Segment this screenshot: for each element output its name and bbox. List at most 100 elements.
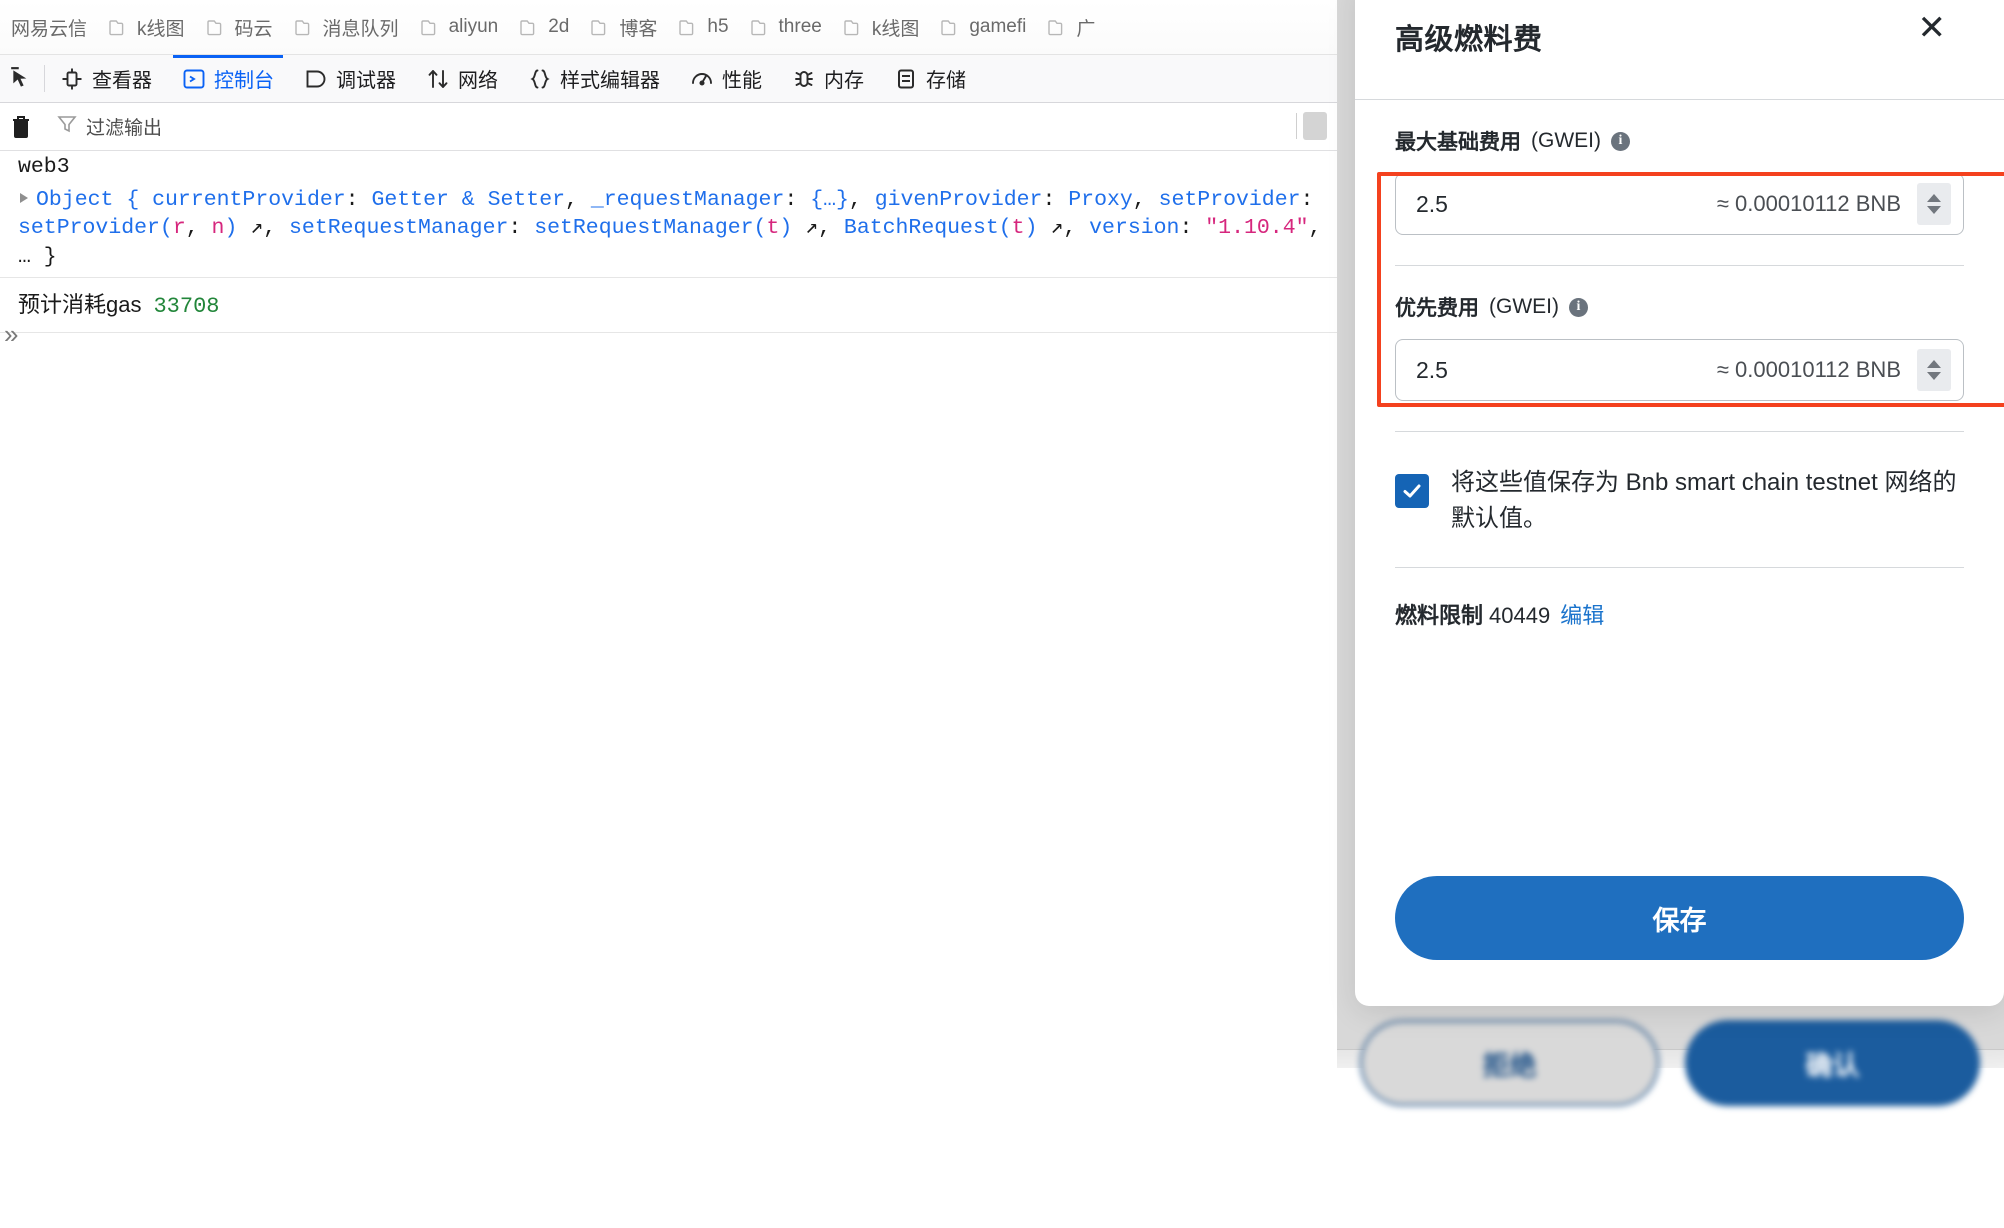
tab-storage[interactable]: 存储 — [879, 55, 981, 102]
console-token: , — [1063, 216, 1090, 240]
console-token: setProvider( — [18, 216, 173, 240]
info-icon[interactable]: i — [1610, 131, 1630, 151]
console-token: Object { — [36, 187, 140, 212]
folder-icon — [591, 19, 612, 36]
bookmark-label: k线图 — [871, 18, 920, 40]
bookmark-item[interactable]: 广 — [1037, 10, 1106, 45]
console-token: , — [1308, 216, 1322, 240]
filter-placeholder: 过滤输出 — [86, 118, 163, 139]
console-token: , — [565, 187, 591, 212]
bookmark-item[interactable]: three — [740, 12, 833, 42]
stepper-down-icon[interactable] — [1927, 372, 1941, 380]
folder-icon — [420, 19, 442, 36]
console-log-row: 预计消耗gas 33708 — [0, 278, 1337, 328]
console-token: , — [185, 216, 212, 240]
memory-icon — [792, 67, 816, 91]
devtools-toolbar: 查看器 控制台 调试器 网络 样式编辑器 性能 内存 存储 — [0, 55, 1337, 103]
save-default-checkbox[interactable] — [1395, 474, 1429, 508]
disclosure-triangle-icon[interactable] — [20, 192, 28, 203]
bookmark-label: 网易云信 — [11, 18, 88, 40]
tab-console[interactable]: 控制台 — [167, 55, 289, 102]
stepper-up-icon[interactable] — [1927, 360, 1941, 368]
console-token: : — [1300, 187, 1314, 212]
stepper-down-icon[interactable] — [1927, 206, 1941, 214]
priority-fee-label-row: 优先费用 (GWEI) i — [1395, 292, 1964, 322]
tab-label: 内存 — [824, 70, 864, 92]
filter-input[interactable]: 过滤输出 — [43, 113, 1337, 140]
save-button[interactable]: 保存 — [1395, 876, 1964, 960]
tab-inspector[interactable]: 查看器 — [45, 55, 167, 102]
tab-memory[interactable]: 内存 — [777, 55, 879, 102]
max-base-fee-label: 最大基础费用 — [1395, 131, 1521, 154]
save-default-row[interactable]: 将这些值保存为 Bnb smart chain testnet 网络的默认值。 — [1395, 432, 1964, 537]
gas-limit-label: 燃料限制 — [1395, 603, 1484, 628]
console-token: n — [211, 216, 225, 240]
bookmark-item[interactable]: k线图 — [833, 10, 931, 45]
console-token: Getter & Setter — [371, 187, 566, 212]
trash-icon[interactable] — [0, 115, 42, 139]
bookmark-label: three — [778, 16, 822, 37]
stepper-up-icon[interactable] — [1927, 194, 1941, 202]
network-icon — [426, 67, 450, 91]
priority-fee-input[interactable]: 2.5 ≈ 0.00010112 BNB — [1395, 339, 1964, 401]
max-base-fee-approx: ≈ 0.00010112 BNB — [1716, 191, 1901, 216]
bookmark-label: aliyun — [448, 16, 499, 37]
reject-button[interactable]: 拒绝 — [1360, 1020, 1659, 1106]
tab-label: 查看器 — [92, 70, 152, 92]
settings-chip[interactable] — [1303, 112, 1327, 140]
console-token: givenProvider — [874, 187, 1043, 212]
bookmark-item[interactable]: 消息队列 — [284, 10, 410, 45]
tab-label: 存储 — [926, 70, 966, 92]
bookmark-label: 广 — [1076, 18, 1096, 40]
bookmark-item[interactable]: 码云 — [196, 10, 284, 45]
close-icon[interactable]: ✕ — [1918, 11, 1947, 45]
modal-footer: 保存 — [1355, 876, 2004, 1006]
tab-performance[interactable]: 性能 — [675, 55, 777, 102]
bookmark-item[interactable]: 网易云信 — [0, 10, 98, 45]
save-default-label: 将这些值保存为 Bnb smart chain testnet 网络的默认值。 — [1451, 469, 1957, 532]
priority-fee-label: 优先费用 — [1395, 297, 1479, 320]
performance-icon — [690, 67, 714, 91]
bookmark-item[interactable]: gamefi — [930, 12, 1037, 42]
folder-icon — [844, 19, 865, 36]
max-base-fee-label-row: 最大基础费用 (GWEI) i — [1395, 126, 1964, 156]
chevron-double-right-icon[interactable]: » — [4, 319, 19, 350]
max-base-fee-unit: (GWEI) — [1531, 129, 1601, 152]
max-base-fee-input[interactable]: 2.5 ≈ 0.00010112 BNB — [1395, 173, 1964, 235]
console-token: BatchRequest( — [843, 216, 1012, 240]
confirm-actions-blurred: 拒绝 确认 — [1360, 1020, 1980, 1106]
screen-root: 拒绝 确认 网易云信 k线图 码云 消息队列 aliyun 2d 博客 h5 three k线图 g… — [0, 0, 2004, 1228]
priority-fee-value: 2.5 — [1416, 356, 1448, 383]
priority-fee-field: 优先费用 (GWEI) i 2.5 ≈ 0.00010112 BNB — [1395, 266, 1964, 401]
priority-fee-stepper[interactable] — [1917, 349, 1951, 391]
bookmark-item[interactable]: aliyun — [410, 12, 510, 42]
console-filter-bar: 过滤输出 — [0, 103, 1337, 151]
console-token: setRequestManager — [289, 216, 509, 240]
max-base-fee-stepper[interactable] — [1917, 183, 1951, 225]
folder-icon — [1048, 19, 1069, 36]
tab-style-editor[interactable]: 样式编辑器 — [513, 55, 675, 102]
bookmark-item[interactable]: 博客 — [580, 10, 668, 45]
console-row-divider-2 — [0, 332, 1337, 333]
confirm-button[interactable]: 确认 — [1685, 1020, 1980, 1106]
console-token: : — [1179, 216, 1206, 240]
console-token: setRequestManager( — [534, 216, 767, 240]
gas-limit-edit-link[interactable]: 编辑 — [1560, 603, 1604, 628]
info-icon[interactable]: i — [1568, 297, 1588, 317]
console-token: } — [30, 244, 57, 269]
bookmark-label: k线图 — [137, 18, 185, 40]
folder-icon — [206, 19, 228, 36]
tab-network[interactable]: 网络 — [411, 55, 513, 102]
bookmark-item[interactable]: 2d — [509, 12, 580, 42]
console-icon — [182, 67, 206, 91]
tab-debugger[interactable]: 调试器 — [289, 55, 411, 102]
bookmark-item[interactable]: h5 — [668, 12, 739, 42]
console-token: … — [18, 244, 31, 269]
console-object-row[interactable]: Object { currentProvider: Getter & Sette… — [0, 184, 1337, 274]
bookmark-item[interactable]: k线图 — [98, 10, 196, 45]
console-token: , — [263, 216, 290, 240]
element-picker-icon[interactable] — [0, 55, 44, 102]
console-token: r — [172, 216, 186, 240]
console-token: setProvider — [1158, 187, 1301, 212]
right-divider — [1296, 113, 1297, 139]
